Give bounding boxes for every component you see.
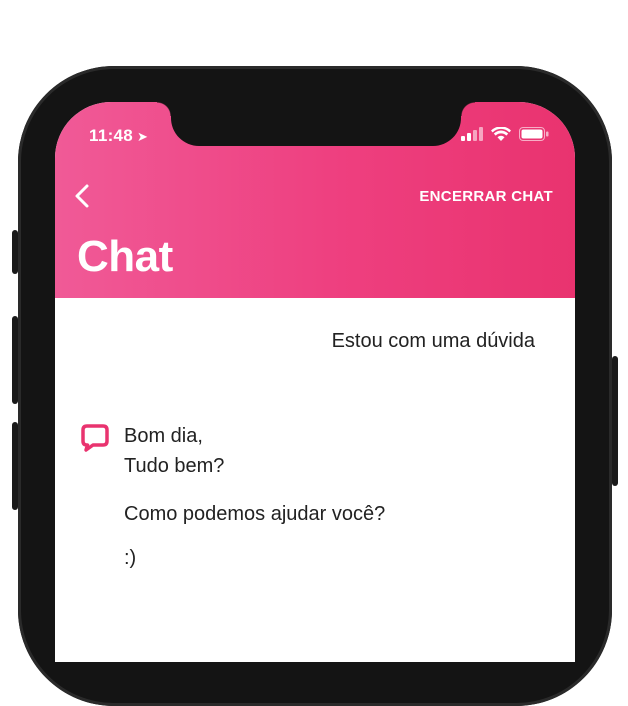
volume-up-button [12, 316, 18, 404]
bot-message-line: :) [124, 547, 137, 569]
battery-icon [519, 127, 549, 141]
wifi-icon [491, 126, 511, 141]
page-title: Chat [77, 232, 173, 281]
cellular-signal-icon [461, 127, 483, 141]
status-icons [461, 124, 549, 144]
mute-switch [12, 230, 18, 274]
back-button[interactable] [67, 180, 99, 212]
power-button [612, 356, 618, 486]
phone-screen: 11:48 ➤ ENCERRAR CHAT Chat Estou com uma… [55, 102, 575, 662]
end-chat-button[interactable]: ENCERRAR CHAT [419, 188, 553, 205]
phone-notch [157, 102, 475, 146]
bot-message-line: Como podemos ajudar você? [124, 503, 386, 525]
bot-message-line: Bom dia, [124, 425, 203, 447]
chevron-left-icon [75, 184, 89, 208]
chat-bubble-icon [81, 424, 109, 452]
volume-down-button [12, 422, 18, 510]
user-message: Estou com uma dúvida [331, 330, 535, 352]
location-arrow-icon: ➤ [137, 129, 149, 144]
bot-message-line: Tudo bem? [124, 455, 225, 477]
status-time: 11:48 ➤ [89, 126, 149, 145]
